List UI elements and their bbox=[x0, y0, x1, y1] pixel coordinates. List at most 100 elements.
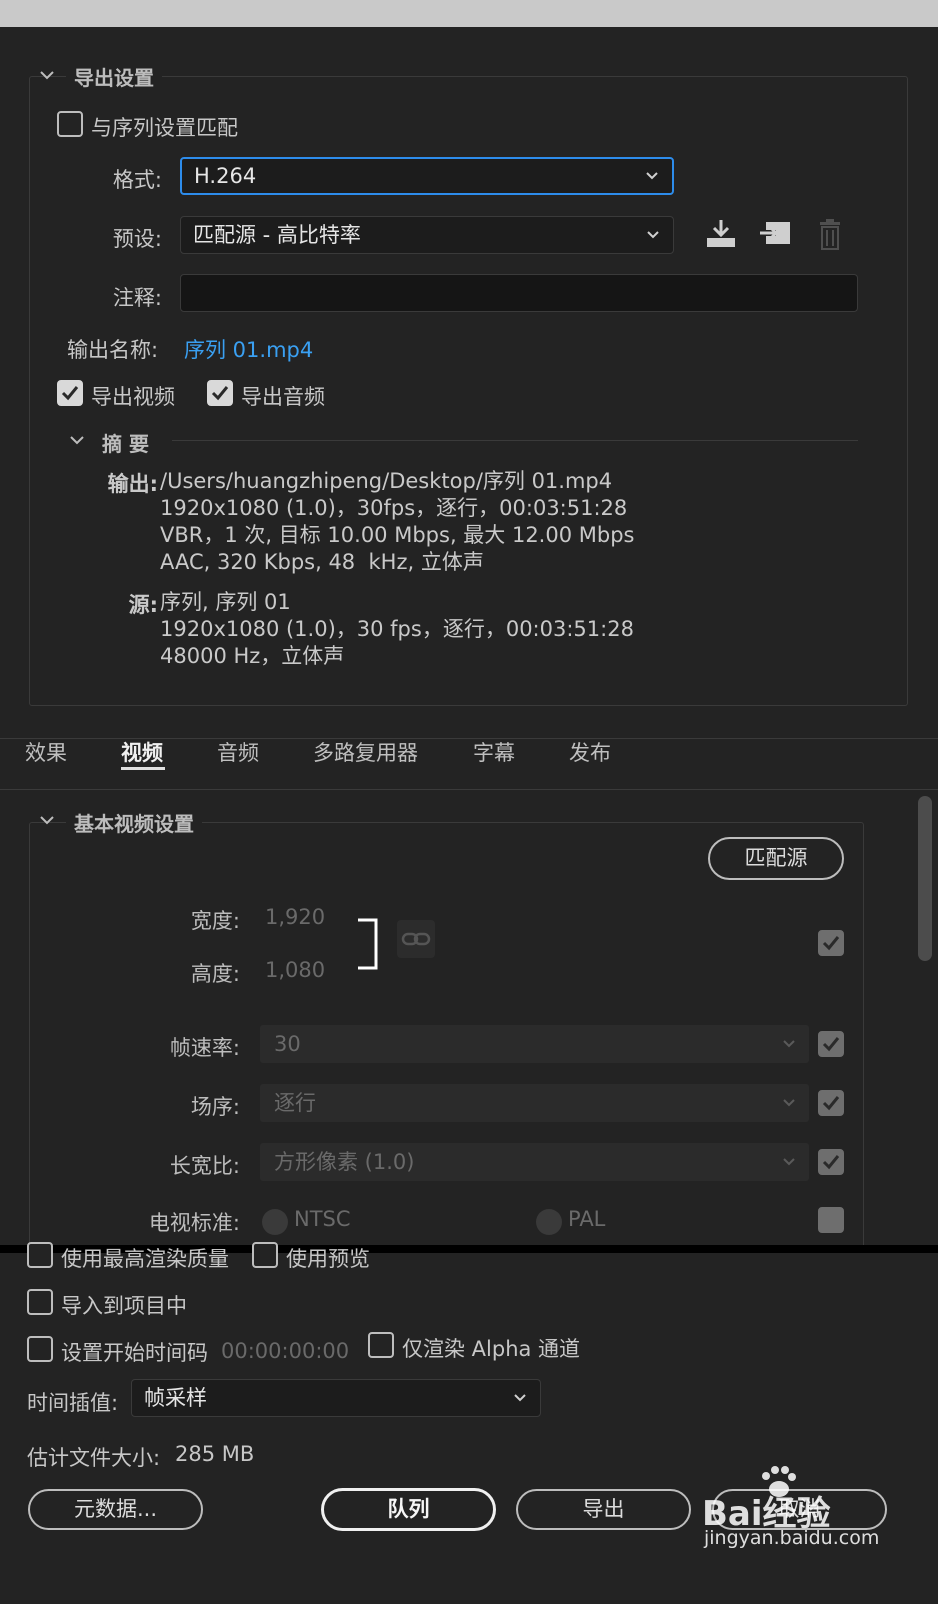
summary-output-line: 1920x1080 (1.0)，30fps，逐行，00:03:51:28 bbox=[160, 496, 628, 520]
height-label: 高度: bbox=[190, 962, 240, 986]
set-start-timecode-checkbox[interactable] bbox=[27, 1336, 53, 1362]
field-order-select[interactable]: 逐行 bbox=[260, 1084, 809, 1122]
pal-label: PAL bbox=[568, 1207, 606, 1231]
summary-title: 摘 要 bbox=[96, 428, 155, 457]
window-top-strip bbox=[0, 0, 938, 27]
preset-select[interactable]: 匹配源 - 高比特率 bbox=[180, 216, 674, 254]
ntsc-radio[interactable] bbox=[262, 1209, 288, 1235]
aspect-value: 方形像素 (1.0) bbox=[274, 1150, 415, 1174]
max-render-quality-label: 使用最高渲染质量 bbox=[61, 1247, 229, 1271]
tv-standard-override-checkbox[interactable] bbox=[818, 1207, 844, 1233]
time-interpolation-label: 时间插值: bbox=[27, 1391, 119, 1415]
aspect-label: 长宽比: bbox=[169, 1154, 240, 1178]
frame-rate-select[interactable]: 30 bbox=[260, 1025, 809, 1063]
start-timecode-value: 00:00:00:00 bbox=[221, 1339, 350, 1363]
match-sequence-checkbox[interactable] bbox=[57, 111, 83, 137]
match-sequence-label: 与序列设置匹配 bbox=[91, 116, 238, 140]
save-preset-icon[interactable] bbox=[704, 218, 738, 250]
aspect-select[interactable]: 方形像素 (1.0) bbox=[260, 1143, 809, 1181]
use-previews-checkbox[interactable] bbox=[252, 1242, 278, 1268]
field-order-label: 场序: bbox=[190, 1095, 240, 1119]
summary-source-line: 序列, 序列 01 bbox=[160, 590, 291, 614]
chevron-down-icon bbox=[781, 1143, 797, 1193]
set-start-timecode-label: 设置开始时间码 bbox=[61, 1341, 208, 1365]
summary-source-key: 源: bbox=[128, 593, 158, 617]
export-video-checkbox[interactable] bbox=[57, 380, 83, 406]
render-alpha-only-label: 仅渲染 Alpha 通道 bbox=[402, 1337, 581, 1361]
summary-output-key: 输出: bbox=[107, 472, 158, 496]
summary-output-line: /Users/huangzhipeng/Desktop/序列 01.mp4 bbox=[160, 469, 613, 493]
tab-multiplexer[interactable]: 多路复用器 bbox=[313, 737, 418, 767]
max-render-quality-checkbox[interactable] bbox=[27, 1242, 53, 1268]
export-settings-title: 导出设置 bbox=[66, 62, 162, 91]
summary-divider bbox=[172, 440, 858, 441]
summary-output-block: /Users/huangzhipeng/Desktop/序列 01.mp4 19… bbox=[160, 468, 634, 576]
width-label: 宽度: bbox=[190, 909, 240, 933]
chevron-down-icon bbox=[781, 1025, 797, 1075]
chevron-down-icon bbox=[645, 217, 661, 264]
summary-source-line: 48000 Hz，立体声 bbox=[160, 644, 345, 668]
aspect-override-checkbox[interactable] bbox=[818, 1149, 844, 1175]
ntsc-label: NTSC bbox=[294, 1207, 351, 1231]
import-into-project-checkbox[interactable] bbox=[27, 1289, 53, 1315]
watermark-url: jingyan.baidu.com bbox=[704, 1527, 880, 1549]
summary-output-line: AAC, 320 Kbps, 48 kHz, 立体声 bbox=[160, 550, 484, 574]
dimensions-override-checkbox[interactable] bbox=[818, 930, 844, 956]
dimension-bracket bbox=[356, 918, 380, 976]
frame-rate-override-checkbox[interactable] bbox=[818, 1031, 844, 1057]
estimated-size-label: 估计文件大小: bbox=[27, 1446, 161, 1470]
match-source-button[interactable]: 匹配源 bbox=[708, 837, 844, 880]
preset-value: 匹配源 - 高比特率 bbox=[193, 223, 361, 247]
video-settings-scroll[interactable]: 基本视频设置 匹配源 宽度: 1,920 高度: 1,080 帧速率: 30 场… bbox=[0, 791, 938, 1245]
width-value: 1,920 bbox=[265, 905, 326, 929]
tab-effects[interactable]: 效果 bbox=[25, 737, 67, 767]
metadata-button[interactable]: 元数据... bbox=[28, 1489, 203, 1530]
summary-source-block: 序列, 序列 01 1920x1080 (1.0)，30 fps，逐行，00:0… bbox=[160, 589, 634, 670]
render-alpha-only-checkbox[interactable] bbox=[368, 1332, 394, 1358]
comments-label: 注释: bbox=[112, 286, 162, 310]
format-label: 格式: bbox=[112, 168, 162, 192]
output-name-label: 输出名称: bbox=[67, 338, 159, 362]
export-button[interactable]: 导出 bbox=[516, 1489, 691, 1530]
comments-input[interactable] bbox=[180, 274, 858, 312]
export-audio-label: 导出音频 bbox=[241, 385, 325, 409]
field-order-override-checkbox[interactable] bbox=[818, 1090, 844, 1116]
tab-audio[interactable]: 音频 bbox=[217, 737, 259, 767]
frame-rate-label: 帧速率: bbox=[169, 1036, 240, 1060]
tab-video[interactable]: 视频 bbox=[121, 737, 163, 767]
chevron-down-icon[interactable] bbox=[38, 811, 56, 829]
chevron-down-icon bbox=[781, 1084, 797, 1134]
import-into-project-label: 导入到项目中 bbox=[61, 1294, 187, 1318]
chevron-down-icon[interactable] bbox=[38, 66, 56, 84]
link-icon[interactable] bbox=[397, 920, 435, 958]
basic-video-title: 基本视频设置 bbox=[66, 808, 202, 837]
chevron-down-icon[interactable] bbox=[68, 431, 86, 449]
pal-radio[interactable] bbox=[536, 1209, 562, 1235]
field-order-value: 逐行 bbox=[274, 1091, 316, 1115]
time-interpolation-value: 帧采样 bbox=[144, 1386, 207, 1410]
frame-rate-value: 30 bbox=[274, 1032, 301, 1056]
paw-icon bbox=[758, 1464, 798, 1509]
preset-label: 预设: bbox=[112, 227, 162, 251]
export-audio-checkbox[interactable] bbox=[207, 380, 233, 406]
summary-output-line: VBR，1 次, 目标 10.00 Mbps, 最大 12.00 Mbps bbox=[160, 523, 635, 547]
tab-captions[interactable]: 字幕 bbox=[473, 737, 515, 767]
estimated-size-value: 285 MB bbox=[175, 1442, 255, 1466]
format-value: H.264 bbox=[194, 164, 257, 188]
queue-button[interactable]: 队列 bbox=[321, 1488, 496, 1531]
use-previews-label: 使用预览 bbox=[286, 1247, 370, 1271]
height-value: 1,080 bbox=[265, 958, 326, 982]
import-preset-icon[interactable] bbox=[758, 218, 792, 250]
summary-source-line: 1920x1080 (1.0)，30 fps，逐行，00:03:51:28 bbox=[160, 617, 634, 641]
export-video-label: 导出视频 bbox=[91, 385, 175, 409]
tab-video-underline bbox=[121, 767, 165, 770]
time-interpolation-select[interactable]: 帧采样 bbox=[131, 1379, 541, 1417]
output-name-link[interactable]: 序列 01.mp4 bbox=[184, 334, 313, 364]
delete-preset-icon[interactable] bbox=[816, 218, 844, 252]
chevron-down-icon bbox=[644, 159, 660, 203]
format-select[interactable]: H.264 bbox=[180, 157, 674, 195]
chevron-down-icon bbox=[512, 1380, 528, 1427]
tab-publish[interactable]: 发布 bbox=[569, 737, 611, 767]
tv-standard-label: 电视标准: bbox=[148, 1211, 240, 1235]
scrollbar-thumb[interactable] bbox=[918, 796, 932, 961]
